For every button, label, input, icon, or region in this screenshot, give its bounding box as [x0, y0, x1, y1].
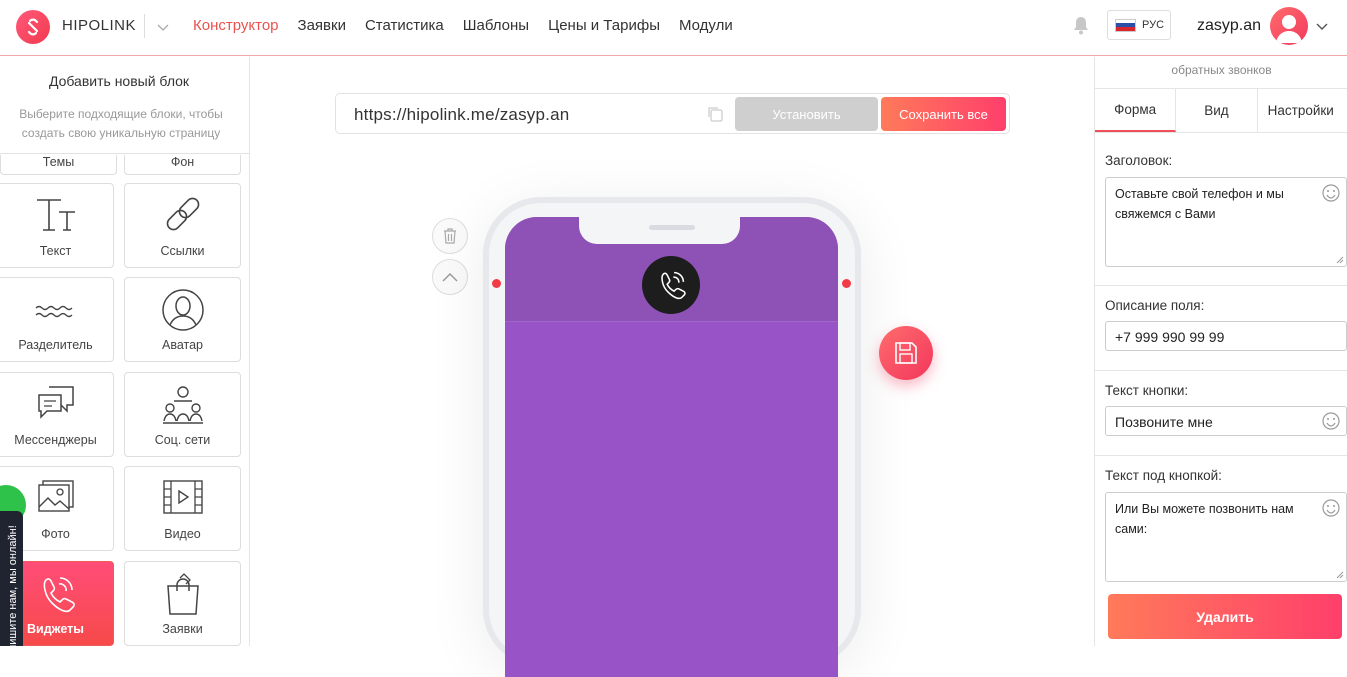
divider — [0, 153, 249, 154]
description-input[interactable]: +7 999 990 99 99 — [1105, 321, 1347, 351]
tile-video[interactable]: Видео — [124, 466, 241, 551]
photo-icon — [37, 480, 74, 512]
block-marker — [842, 279, 851, 288]
block-marker — [492, 279, 501, 288]
chevron-up-icon — [442, 273, 458, 282]
nav-item-pricing[interactable]: Цены и Тарифы — [548, 17, 660, 34]
panel-caption: обратных звонков — [1171, 63, 1272, 77]
title-value: Оставьте свой телефон и мы свяжемся с Ва… — [1115, 187, 1284, 221]
nav-item-statistics[interactable]: Статистика — [365, 17, 444, 34]
panel-title: Добавить новый блок — [48, 73, 190, 89]
link-icon — [166, 197, 199, 231]
under-button-label: Текст под кнопкой: — [1105, 468, 1222, 483]
russian-flag-icon — [1115, 18, 1136, 32]
settings-panel: обратных звонков Форма Вид Настройки Заг… — [1094, 57, 1347, 646]
phone-notch — [579, 217, 740, 244]
save-all-button[interactable]: Сохранить все — [881, 97, 1006, 131]
under-button-value: Или Вы можете позвонить нам сами: — [1115, 502, 1294, 536]
page-url[interactable]: https://hipolink.me/zasyp.an — [354, 105, 569, 125]
nav-item-templates[interactable]: Шаблоны — [463, 17, 529, 34]
text-icon — [36, 199, 75, 231]
button-text-input[interactable]: Позвоните мне — [1105, 406, 1347, 436]
hipolink-logo-icon[interactable] — [16, 10, 50, 44]
nav-item-constructor[interactable]: Конструктор — [193, 17, 279, 34]
tile-themes[interactable]: Темы — [0, 155, 117, 175]
description-label: Описание поля: — [1105, 298, 1205, 313]
chat-widget-tab[interactable]: Напишите нам, мы онлайн! — [0, 511, 23, 646]
top-header: HIPOLINK Конструктор Заявки Статистика Ш… — [0, 0, 1347, 56]
emoji-icon[interactable] — [1322, 184, 1340, 202]
tile-divider[interactable]: Разделитель — [0, 277, 114, 362]
emoji-icon[interactable] — [1322, 412, 1340, 430]
delete-block-button[interactable] — [432, 218, 468, 254]
resize-handle-icon[interactable] — [1336, 571, 1344, 579]
brand-name[interactable]: HIPOLINK — [62, 17, 136, 34]
copy-icon[interactable] — [706, 105, 724, 123]
resize-handle-icon[interactable] — [1336, 256, 1344, 264]
tab-view[interactable]: Вид — [1176, 89, 1258, 132]
tile-text[interactable]: Текст — [0, 183, 114, 268]
panel-hint: Выберите подходящие блоки, чтобы создать… — [19, 107, 223, 140]
bag-icon — [166, 573, 199, 615]
tile-social[interactable]: Соц. сети — [124, 372, 241, 457]
tile-requests[interactable]: Заявки — [124, 561, 241, 646]
button-text-value: Позвоните мне — [1115, 414, 1213, 430]
trash-icon — [444, 228, 456, 244]
description-value: +7 999 990 99 99 — [1115, 329, 1225, 345]
tile-messengers[interactable]: Мессенджеры — [0, 372, 114, 457]
title-label: Заголовок: — [1105, 153, 1173, 168]
install-button[interactable]: Установить — [735, 97, 878, 131]
title-textarea[interactable]: Оставьте свой телефон и мы свяжемся с Ва… — [1105, 177, 1347, 267]
chevron-down-icon[interactable] — [154, 18, 172, 36]
nav-item-modules[interactable]: Модули — [679, 17, 733, 34]
button-text-label: Текст кнопки: — [1105, 383, 1189, 398]
messengers-icon — [37, 386, 74, 419]
divider — [1095, 285, 1347, 286]
tab-form[interactable]: Форма — [1095, 89, 1177, 132]
under-button-textarea[interactable]: Или Вы можете позвонить нам сами: — [1105, 492, 1347, 582]
save-block-button[interactable] — [879, 326, 933, 380]
bell-icon[interactable] — [1072, 15, 1090, 35]
tab-settings[interactable]: Настройки — [1258, 89, 1347, 132]
divider — [1095, 455, 1347, 456]
main-nav: Конструктор Заявки Статистика Шаблоны Це… — [193, 17, 733, 34]
blocks-panel: Добавить новый блок Выберите подходящие … — [0, 57, 250, 646]
tile-links[interactable]: Ссылки — [124, 183, 241, 268]
settings-tabs: Форма Вид Настройки — [1095, 88, 1347, 133]
language-selector[interactable]: РУС — [1107, 10, 1171, 40]
social-icon — [162, 386, 203, 424]
avatar-icon — [161, 289, 204, 331]
callback-phone-icon[interactable] — [642, 256, 700, 314]
tile-avatar[interactable]: Аватар — [124, 277, 241, 362]
divider — [1095, 370, 1347, 371]
user-avatar[interactable] — [1270, 7, 1308, 45]
nav-item-requests[interactable]: Заявки — [298, 17, 346, 34]
username[interactable]: zasyp.an — [1197, 17, 1261, 35]
chat-tab-label: Напишите нам, мы онлайн! — [7, 525, 19, 646]
page-url-bar: https://hipolink.me/zasyp.an Установить … — [335, 93, 1010, 134]
divider — [144, 14, 145, 38]
language-label: РУС — [1142, 19, 1165, 31]
emoji-icon[interactable] — [1322, 499, 1340, 517]
video-icon — [162, 480, 203, 514]
move-up-button[interactable] — [432, 259, 468, 295]
delete-button[interactable]: Удалить — [1108, 594, 1342, 639]
divider-icon — [35, 305, 72, 318]
editor-canvas: https://hipolink.me/zasyp.an Установить … — [251, 57, 1094, 677]
phone-icon — [43, 577, 75, 613]
floppy-icon — [895, 342, 917, 364]
chevron-down-icon[interactable] — [1314, 18, 1330, 34]
tile-background[interactable]: Фон — [124, 155, 241, 175]
